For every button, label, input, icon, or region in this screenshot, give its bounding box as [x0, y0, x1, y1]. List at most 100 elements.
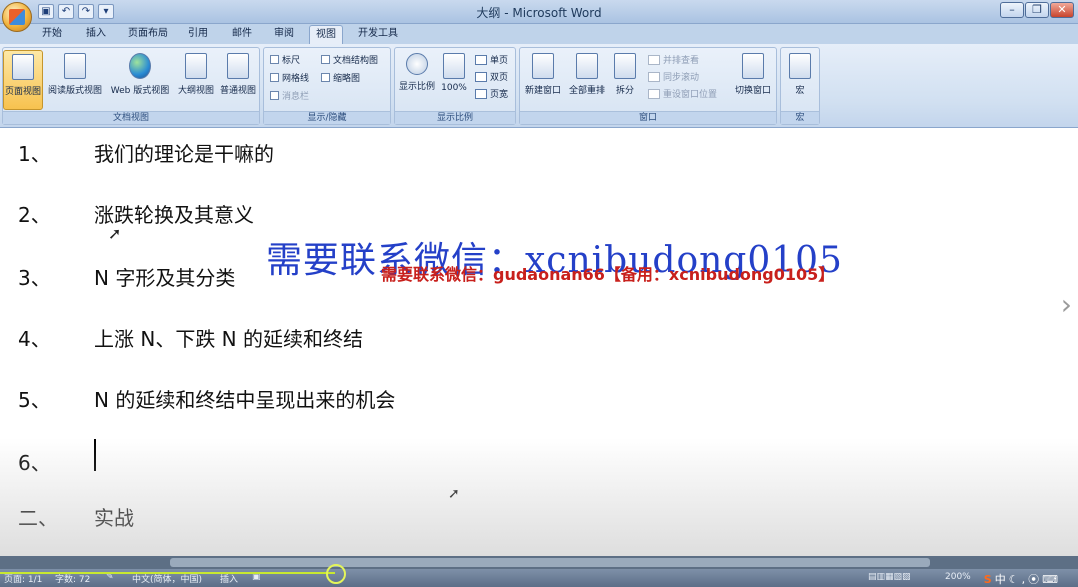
restore-button[interactable]: ❐: [1025, 2, 1049, 18]
new-window-label: 新建窗口: [524, 86, 561, 96]
scrollbar-thumb[interactable]: [170, 558, 930, 567]
tab-mailings[interactable]: 邮件: [226, 25, 258, 44]
draft-icon: [227, 53, 249, 79]
draft-view-button[interactable]: 普通视图: [217, 50, 259, 110]
side-by-side-icon: [648, 54, 660, 65]
two-pages-icon: [475, 71, 487, 82]
print-layout-icon: [12, 54, 34, 80]
full-screen-reading-button[interactable]: 阅读版式视图: [45, 50, 105, 110]
arrange-all-label: 全部重排: [568, 86, 605, 96]
macros-button[interactable]: 宏: [783, 50, 817, 110]
group-label: 显示比例: [395, 111, 515, 124]
reset-window-position-button[interactable]: 重设窗口位置: [648, 87, 717, 100]
zoom-100-button[interactable]: 100%: [439, 50, 469, 110]
print-layout-button[interactable]: 页面视图: [3, 50, 43, 110]
gridlines-checkbox[interactable]: 网格线: [270, 71, 309, 84]
ime-logo-icon: S: [983, 572, 992, 586]
gridlines-label: 网格线: [282, 74, 310, 84]
group-label: 宏: [781, 111, 819, 124]
switch-windows-icon: [742, 53, 764, 79]
web-layout-button[interactable]: Web 版式视图: [107, 50, 173, 110]
document-map-checkbox[interactable]: 文档结构图: [321, 53, 378, 66]
mouse-pointer-icon: ➚: [448, 486, 460, 502]
tab-developer[interactable]: 开发工具: [352, 25, 404, 44]
video-overlay-gradient: [0, 438, 1078, 556]
two-pages-button[interactable]: 双页: [475, 70, 508, 83]
outline-label: 大纲视图: [177, 86, 214, 96]
thumbnails-checkbox[interactable]: 缩略图: [321, 71, 360, 84]
split-button[interactable]: 拆分: [610, 50, 640, 110]
view-shortcut-icons[interactable]: ▤▥▦▧▨: [868, 572, 911, 582]
arrange-all-button[interactable]: 全部重排: [566, 50, 608, 110]
split-icon: [614, 53, 636, 79]
moon-icon: ☾: [1008, 572, 1019, 586]
ime-mode[interactable]: 中: [995, 571, 1006, 587]
document-area[interactable]: 1、 我们的理论是干嘛的 2、 涨跌轮换及其意义 3、 N 字形及其分类 4、 上涨 N…: [0, 128, 1078, 556]
sync-scroll-button[interactable]: 同步滚动: [648, 70, 699, 83]
macros-icon: [789, 53, 811, 79]
one-page-label: 单页: [490, 56, 509, 66]
macros-label: 宏: [795, 86, 805, 96]
group-macros: 宏 宏: [780, 47, 820, 125]
watermark-red: 需要联系微信：gudaonan66【备用：xcnibudong0105】: [381, 265, 835, 284]
zoom-label: 显示比例: [398, 82, 435, 92]
zoom-level[interactable]: 200%: [945, 572, 971, 582]
sync-scroll-icon: [648, 71, 660, 82]
ribbon: 页面视图 阅读版式视图 Web 版式视图 大纲视图 普通视图 文档视图 标尺 网…: [0, 44, 1078, 128]
video-progress-line: [0, 572, 335, 574]
new-window-button[interactable]: 新建窗口: [522, 50, 564, 110]
list-text: 我们的理论是干嘛的: [94, 142, 274, 166]
draft-label: 普通视图: [219, 86, 256, 96]
reset-position-label: 重设窗口位置: [663, 90, 718, 100]
tab-view[interactable]: 视图: [309, 25, 343, 44]
switch-windows-button[interactable]: 切换窗口: [732, 50, 774, 110]
zoom-button[interactable]: 显示比例: [397, 50, 437, 110]
office-button[interactable]: [2, 2, 32, 32]
tab-references[interactable]: 引用: [182, 25, 214, 44]
one-page-icon: [475, 54, 487, 65]
page-width-button[interactable]: 页宽: [475, 87, 508, 100]
message-bar-checkbox[interactable]: 消息栏: [270, 89, 309, 102]
group-show-hide: 标尺 网格线 消息栏 文档结构图 缩略图 显示/隐藏: [263, 47, 391, 125]
one-page-button[interactable]: 单页: [475, 53, 508, 66]
list-number: 1、: [18, 142, 51, 166]
video-progress-handle[interactable]: [326, 564, 346, 584]
group-document-views: 页面视图 阅读版式视图 Web 版式视图 大纲视图 普通视图 文档视图: [2, 47, 260, 125]
list-number: 2、: [18, 203, 51, 227]
tab-page-layout[interactable]: 页面布局: [122, 25, 174, 44]
tab-review[interactable]: 审阅: [268, 25, 300, 44]
microphone-icon: ⦿: [1028, 573, 1040, 586]
tab-insert[interactable]: 插入: [80, 25, 112, 44]
magnifier-icon: [406, 53, 428, 75]
ruler-checkbox[interactable]: 标尺: [270, 53, 300, 66]
outline-view-button[interactable]: 大纲视图: [175, 50, 217, 110]
new-window-icon: [532, 53, 554, 79]
two-pages-label: 双页: [490, 73, 509, 83]
split-label: 拆分: [615, 86, 634, 96]
message-bar-label: 消息栏: [282, 92, 310, 102]
list-number: 3、: [18, 266, 51, 290]
arrange-all-icon: [576, 53, 598, 79]
title-bar: ▣ ↶ ↷ ▾ 大纲 - Microsoft Word – ❐ ✕: [0, 0, 1078, 24]
zoom-100-label: 100%: [441, 83, 467, 93]
outline-icon: [185, 53, 207, 79]
ruler-label: 标尺: [282, 56, 301, 66]
office-logo-icon: [9, 9, 25, 25]
page-width-label: 页宽: [490, 90, 509, 100]
window-controls: – ❐ ✕: [1000, 2, 1074, 18]
group-label: 显示/隐藏: [264, 111, 390, 124]
keyboard-icon: ⌨: [1042, 572, 1058, 586]
document-map-label: 文档结构图: [333, 56, 379, 66]
page-100-icon: [443, 53, 465, 79]
view-side-by-side-button[interactable]: 并排查看: [648, 53, 699, 66]
tab-home[interactable]: 开始: [36, 25, 68, 44]
chevron-right-icon[interactable]: ›: [1061, 288, 1072, 321]
horizontal-scrollbar[interactable]: [0, 556, 1078, 569]
close-button[interactable]: ✕: [1050, 2, 1074, 18]
system-tray: S 中 ☾ , ⦿ ⌨: [984, 571, 1058, 587]
reading-layout-label: 阅读版式视图: [47, 86, 102, 96]
sync-scroll-label: 同步滚动: [663, 73, 700, 83]
minimize-button[interactable]: –: [1000, 2, 1024, 18]
reset-position-icon: [648, 88, 660, 99]
group-label: 文档视图: [3, 111, 259, 124]
